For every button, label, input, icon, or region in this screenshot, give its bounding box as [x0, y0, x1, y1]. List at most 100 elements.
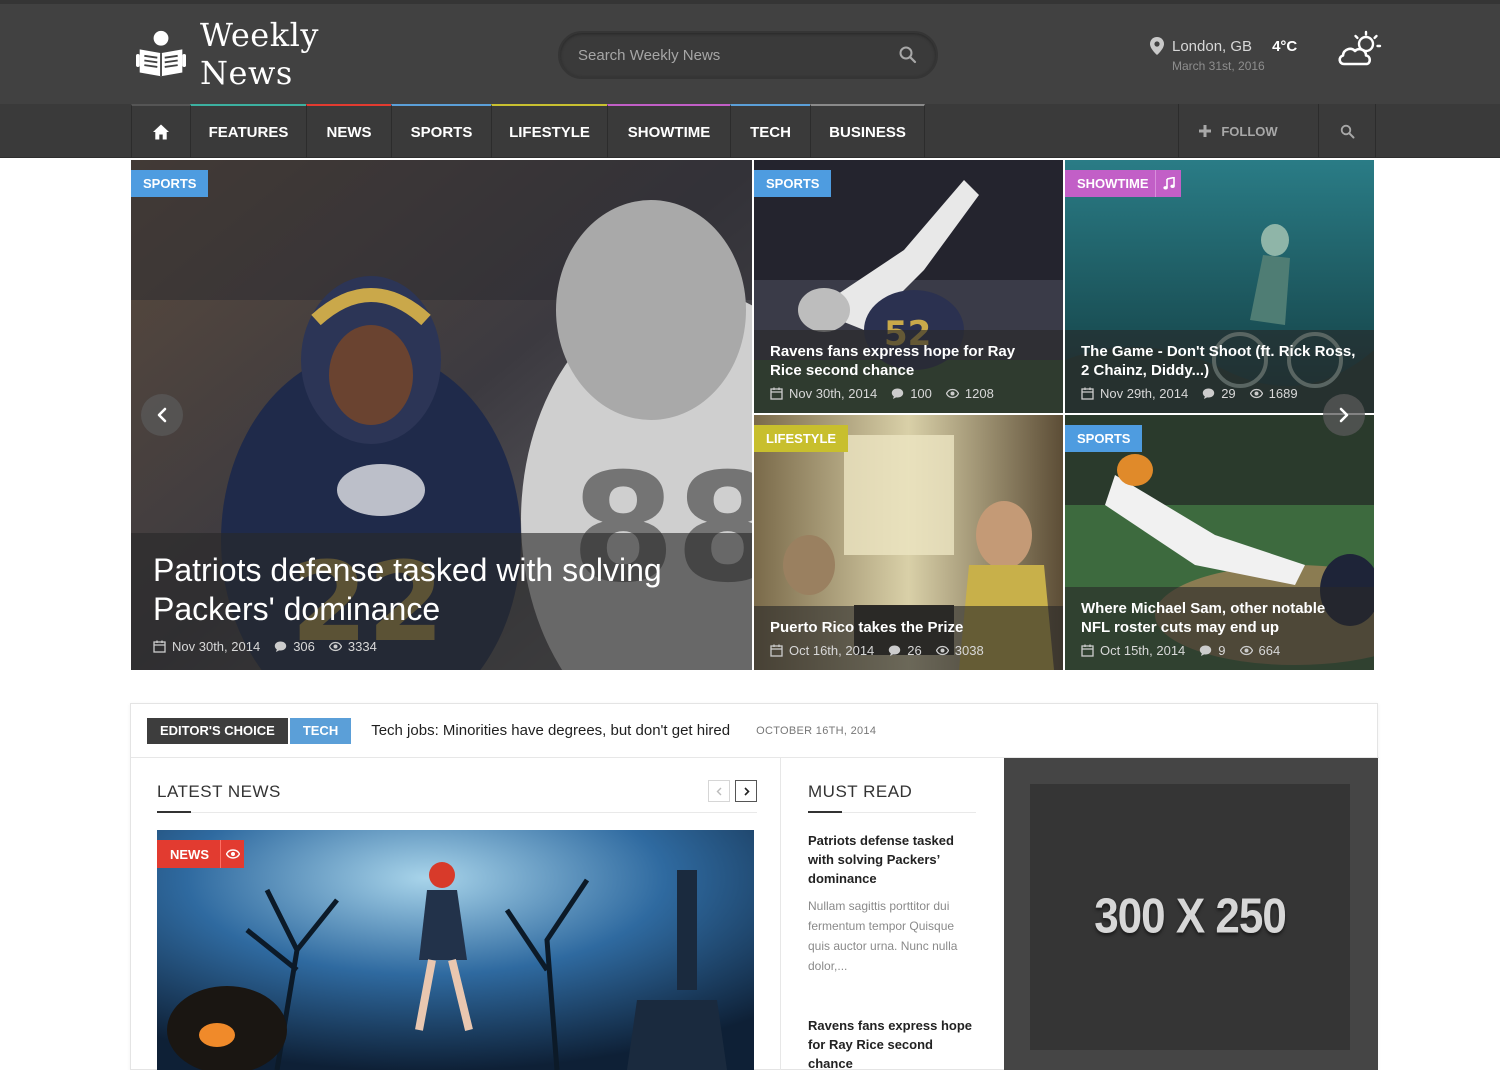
- must-read-section: MUST READ Patriots defense tasked with s…: [808, 782, 976, 1070]
- site-name: Weekly News: [200, 16, 319, 92]
- comment-count: 306: [293, 639, 315, 654]
- eye-icon: [225, 849, 240, 859]
- latest-next-button[interactable]: [735, 780, 757, 802]
- music-note-icon: [1162, 177, 1175, 190]
- views-icon: [945, 388, 959, 399]
- news-category-badge[interactable]: NEWS: [157, 840, 222, 868]
- weather-location: London, GB: [1172, 37, 1253, 55]
- partly-cloudy-icon: [1338, 30, 1382, 66]
- category-badge[interactable]: SPORTS: [131, 170, 209, 197]
- comments-icon: [274, 641, 287, 652]
- ticker-date: OCTOBER 16TH, 2014: [756, 724, 877, 737]
- featured-main-article[interactable]: 88 22 SPORTS Patriots defense tasked wit…: [131, 160, 752, 670]
- nav-tech[interactable]: TECH: [730, 104, 810, 158]
- slider-prev-button[interactable]: [141, 394, 183, 436]
- views-icon: [935, 645, 949, 656]
- nav-showtime[interactable]: SHOWTIME: [607, 104, 730, 158]
- chevron-right-icon: [1339, 407, 1349, 423]
- comment-count: 100: [910, 386, 932, 401]
- article-title[interactable]: Where Michael Sam, other notable NFL ros…: [1081, 599, 1358, 637]
- category-badge[interactable]: LIFESTYLE: [754, 425, 849, 452]
- article-title[interactable]: The Game - Don't Shoot (ft. Rick Ross, 2…: [1081, 342, 1358, 380]
- view-count: 664: [1258, 643, 1281, 658]
- view-count: 1208: [964, 386, 994, 401]
- fantasy-graveyard-image: [157, 830, 754, 1070]
- section-divider: [808, 811, 976, 813]
- comment-count: 29: [1221, 386, 1236, 401]
- calendar-icon: [770, 644, 783, 657]
- site-logo[interactable]: Weekly News: [136, 16, 406, 92]
- category-badge[interactable]: SPORTS: [1065, 425, 1143, 452]
- search-input[interactable]: [578, 46, 898, 64]
- must-read-title: MUST READ: [808, 782, 913, 801]
- search-icon[interactable]: [898, 45, 918, 65]
- chevron-left-icon: [157, 407, 167, 423]
- weather-temperature: 4°C: [1272, 37, 1298, 55]
- featured-article-4[interactable]: SPORTS Where Michael Sam, other notable …: [1065, 415, 1374, 670]
- nav-search-button[interactable]: [1318, 104, 1376, 158]
- article-caption: Puerto Rico takes the Prize Oct 16th, 20…: [754, 606, 1063, 670]
- nav-label: SHOWTIME: [627, 123, 711, 141]
- latest-news-article[interactable]: NEWS: [157, 830, 754, 1070]
- nav-features[interactable]: FEATURES: [190, 104, 306, 158]
- article-title[interactable]: Ravens fans express hope for Ray Rice se…: [770, 342, 1047, 380]
- views-icon: [1249, 388, 1263, 399]
- ad-placeholder[interactable]: 300 X 250: [1030, 784, 1350, 1050]
- calendar-icon: [153, 640, 166, 653]
- featured-article-1[interactable]: 52 SPORTS Ravens fans express hope for R…: [754, 160, 1063, 413]
- article-date: Nov 29th, 2014: [1100, 386, 1189, 401]
- latest-news-title: LATEST NEWS: [157, 782, 281, 801]
- nav-news[interactable]: NEWS: [306, 104, 391, 158]
- must-read-item-title[interactable]: Patriots defense tasked with solving Pac…: [808, 831, 976, 888]
- chevron-left-icon: [716, 787, 721, 795]
- article-date: Nov 30th, 2014: [172, 639, 261, 654]
- ticker-category-badge[interactable]: TECH: [289, 717, 352, 744]
- follow-button[interactable]: FOLLOW: [1178, 104, 1298, 158]
- nav-business[interactable]: BUSINESS: [810, 104, 925, 158]
- comment-count: 26: [907, 643, 922, 658]
- article-title[interactable]: Puerto Rico takes the Prize: [770, 618, 1047, 637]
- latest-news-pager: [703, 780, 757, 802]
- calendar-icon: [1081, 644, 1094, 657]
- section-divider: [157, 811, 757, 813]
- nav-label: LIFESTYLE: [509, 123, 590, 141]
- nav-sports[interactable]: SPORTS: [391, 104, 491, 158]
- article-meta: Nov 29th, 2014 29 1689: [1081, 386, 1358, 401]
- nav-label: FEATURES: [208, 123, 289, 141]
- plus-icon: [1199, 125, 1212, 137]
- featured-article-2[interactable]: SHOWTIME The Game - Don't Shoot (ft. Ric…: [1065, 160, 1374, 413]
- nav-lifestyle[interactable]: LIFESTYLE: [491, 104, 607, 158]
- article-date: Nov 30th, 2014: [789, 386, 878, 401]
- featured-caption: Patriots defense tasked with solving Pac…: [131, 533, 752, 670]
- music-badge: [1155, 170, 1181, 197]
- comments-icon: [1202, 388, 1215, 399]
- slider-next-button[interactable]: [1323, 394, 1365, 436]
- must-read-item-title[interactable]: Ravens fans express hope for Ray Rice se…: [808, 1016, 976, 1070]
- ticker-headline[interactable]: Tech jobs: Minorities have degrees, but …: [371, 722, 730, 739]
- featured-article-3[interactable]: LIFESTYLE Puerto Rico takes the Prize Oc…: [754, 415, 1063, 670]
- article-meta: Nov 30th, 2014 100 1208: [770, 386, 1047, 401]
- nav-home[interactable]: [131, 104, 190, 158]
- editors-choice-ticker: EDITOR'S CHOICE TECH Tech jobs: Minoriti…: [131, 704, 1379, 758]
- article-caption: Ravens fans express hope for Ray Rice se…: [754, 330, 1063, 413]
- latest-news-section: LATEST NEWS: [157, 780, 757, 813]
- comments-icon: [889, 645, 901, 656]
- site-header: Weekly News London, GB 4°C March 31st, 2…: [0, 0, 1500, 104]
- location-pin-icon: [1150, 37, 1164, 55]
- article-meta: Oct 15th, 2014 9 664: [1081, 643, 1358, 658]
- calendar-icon: [1081, 387, 1094, 400]
- views-icon: [328, 641, 342, 652]
- category-badge[interactable]: SHOWTIME: [1065, 170, 1161, 197]
- weather-date: March 31st, 2016: [1172, 59, 1265, 73]
- search-icon: [1340, 124, 1354, 138]
- article-date: Oct 15th, 2014: [1100, 643, 1186, 658]
- nav-label: BUSINESS: [829, 123, 906, 141]
- search-box[interactable]: [558, 31, 938, 79]
- category-badge[interactable]: SPORTS: [754, 170, 832, 197]
- article-caption: Where Michael Sam, other notable NFL ros…: [1065, 587, 1374, 670]
- comments-icon: [891, 388, 904, 399]
- article-title[interactable]: Patriots defense tasked with solving Pac…: [153, 551, 730, 629]
- nav-label: NEWS: [326, 123, 372, 141]
- latest-prev-button[interactable]: [708, 780, 730, 802]
- follow-label: FOLLOW: [1221, 123, 1278, 139]
